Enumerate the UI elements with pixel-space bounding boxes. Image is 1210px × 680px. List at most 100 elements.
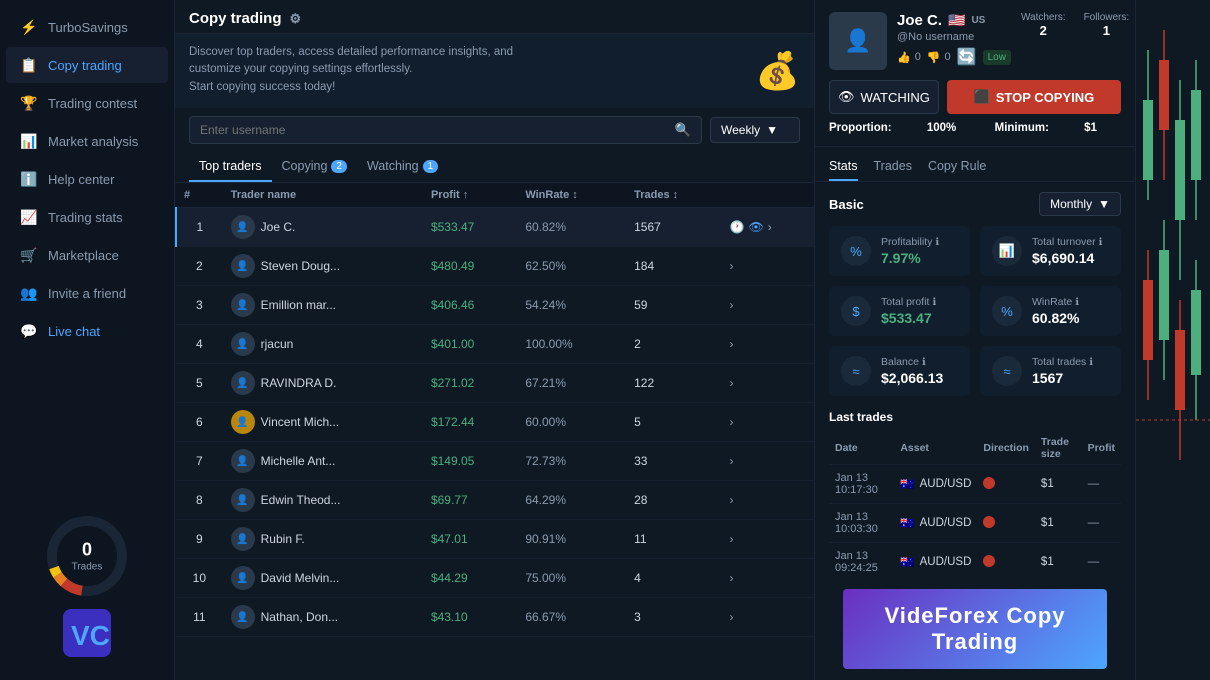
watching-button[interactable]: 👁 WATCHING xyxy=(829,80,939,114)
table-row[interactable]: 12 👤 Hafeez Adew... $40.66 64.44% 45 › xyxy=(176,637,814,644)
trader-avatar-sm: 👤 xyxy=(231,605,255,629)
eye-icon[interactable]: 👁 xyxy=(748,220,763,234)
rank-cell: 10 xyxy=(176,559,223,598)
clock-icon[interactable]: 🕐 xyxy=(730,220,745,234)
rank-cell: 5 xyxy=(176,364,223,403)
trader-avatar-sm: 👤 xyxy=(231,293,255,317)
svg-text:VC: VC xyxy=(71,620,110,651)
thumbs-down-button[interactable]: 👎 0 xyxy=(927,51,951,64)
sidebar-item-market-analysis[interactable]: 📊 Market analysis xyxy=(6,123,168,159)
table-row[interactable]: 2 👤 Steven Doug... $480.49 62.50% 184 › xyxy=(176,247,814,286)
tab-top-traders[interactable]: Top traders xyxy=(189,152,272,182)
col-size: Trade size xyxy=(1035,432,1082,465)
stop-copying-button[interactable]: ⬛ STOP COPYING xyxy=(947,80,1121,114)
followers-stat: Followers: 1 xyxy=(1084,12,1130,51)
chevron-right-icon: › xyxy=(730,376,734,390)
table-row[interactable]: 8 👤 Edwin Theod... $69.77 64.29% 28 › xyxy=(176,481,814,520)
table-row[interactable]: 7 👤 Michelle Ant... $149.05 72.73% 33 › xyxy=(176,442,814,481)
main-area: Copy trading ⚙ 💰 Discover top traders, a… xyxy=(175,0,1210,680)
search-input[interactable] xyxy=(200,123,675,137)
actions-cell: › xyxy=(722,637,815,644)
trader-name-cell: 👤 Michelle Ant... xyxy=(223,442,423,481)
winrate-cell: 72.73% xyxy=(517,442,626,481)
actions-cell: › xyxy=(722,403,815,442)
table-row[interactable]: 9 👤 Rubin F. $47.01 90.91% 11 › xyxy=(176,520,814,559)
winrate-cell: 66.67% xyxy=(517,598,626,637)
rank-cell: 3 xyxy=(176,286,223,325)
profile-actions: 👍 0 👎 0 🔄 Low xyxy=(897,47,1011,67)
sidebar-item-copy-trading[interactable]: 📋 Copy trading xyxy=(6,47,168,83)
turnover-value: $6,690.14 xyxy=(1032,250,1109,266)
profile-top: 👤 Joe C. 🇺🇸 US @No username 👍 0 xyxy=(829,12,1121,70)
chevron-right-icon: › xyxy=(730,532,734,546)
trader-avatar-sm: 👤 xyxy=(231,371,255,395)
sidebar-item-trading-stats[interactable]: 📈 Trading stats xyxy=(6,199,168,235)
rank-cell: 2 xyxy=(176,247,223,286)
trade-profit: — xyxy=(1082,543,1121,582)
last-trades-table: Date Asset Direction Trade size Profit J… xyxy=(829,432,1121,581)
winrate-cell: 64.29% xyxy=(517,481,626,520)
settings-icon[interactable]: ⚙ xyxy=(290,11,302,27)
trade-profit: — xyxy=(1082,465,1121,504)
stats-tab-trades[interactable]: Trades xyxy=(874,155,912,181)
right-panel: 👤 Joe C. 🇺🇸 US @No username 👍 0 xyxy=(815,0,1135,680)
winrate-cell: 62.50% xyxy=(517,247,626,286)
trades-cell: 184 xyxy=(626,247,721,286)
table-row[interactable]: 3 👤 Emillion mar... $406.46 54.24% 59 › xyxy=(176,286,814,325)
table-row[interactable]: 6 👤 Vincent Mich... $172.44 60.00% 5 › xyxy=(176,403,814,442)
table-row[interactable]: 1 👤 Joe C. $533.47 60.82% 1567 🕐👁 › xyxy=(176,208,814,247)
candlestick-chart xyxy=(1136,0,1210,680)
stats-tab-stats[interactable]: Stats xyxy=(829,155,858,181)
stat-card-winrate: % WinRate ℹ 60.82% xyxy=(980,286,1121,336)
sidebar-item-trading-contest[interactable]: 🏆 Trading contest xyxy=(6,85,168,121)
monthly-select[interactable]: Monthly ▼ xyxy=(1039,192,1121,216)
stat-card-total-trades: ≈ Total trades ℹ 1567 xyxy=(980,346,1121,396)
basic-label: Basic xyxy=(829,197,864,212)
table-row[interactable]: 5 👤 RAVINDRA D. $271.02 67.21% 122 › xyxy=(176,364,814,403)
trades-cell: 122 xyxy=(626,364,721,403)
trade-date: Jan 13 10:17:30 xyxy=(829,465,894,504)
trade-row: Jan 13 09:24:25 🇦🇺 AUD/USD $1 — xyxy=(829,543,1121,582)
col-actions xyxy=(722,183,815,208)
trade-size: $1 xyxy=(1035,504,1082,543)
winrate-cell: 75.00% xyxy=(517,559,626,598)
tab-watching[interactable]: Watching 1 xyxy=(357,152,448,182)
trade-date: Jan 13 10:03:30 xyxy=(829,504,894,543)
thumbs-up-button[interactable]: 👍 0 xyxy=(897,51,921,64)
profitability-value: 7.97% xyxy=(881,250,958,266)
chevron-right-icon: › xyxy=(730,493,734,507)
sidebar-bottom: 0 Trades VC xyxy=(0,501,174,672)
live-chat-icon: 💬 xyxy=(20,322,38,340)
watchers-stat: Watchers: 2 xyxy=(1021,12,1066,51)
sidebar-item-marketplace[interactable]: 🛒 Marketplace xyxy=(6,237,168,273)
table-row[interactable]: 10 👤 David Melvin... $44.29 75.00% 4 › xyxy=(176,559,814,598)
search-box[interactable]: 🔍 xyxy=(189,116,702,144)
rank-cell: 6 xyxy=(176,403,223,442)
trades-cell: 4 xyxy=(626,559,721,598)
trade-direction xyxy=(977,465,1035,504)
chevron-right-icon: › xyxy=(730,571,734,585)
stats-content: Basic Monthly ▼ % Profitability ℹ 7.97% xyxy=(815,182,1135,680)
sidebar-item-help-center[interactable]: ℹ️ Help center xyxy=(6,161,168,197)
proportion-row: Proportion: 100% Minimum: $1 Maximum: $5… xyxy=(829,122,1121,134)
chevron-right-icon: › xyxy=(730,454,734,468)
rank-cell: 9 xyxy=(176,520,223,559)
chevron-right-icon: › xyxy=(730,298,734,312)
trade-size: $1 xyxy=(1035,543,1082,582)
table-row[interactable]: 11 👤 Nathan, Don... $43.10 66.67% 3 › xyxy=(176,598,814,637)
sidebar-item-live-chat[interactable]: 💬 Live chat xyxy=(6,313,168,349)
sidebar-item-invite-friend[interactable]: 👥 Invite a friend xyxy=(6,275,168,311)
sidebar-item-turbo-savings[interactable]: ⚡ TurboSavings xyxy=(6,9,168,45)
chevron-right-icon: › xyxy=(730,337,734,351)
trader-name-cell: 👤 Edwin Theod... xyxy=(223,481,423,520)
period-select[interactable]: Weekly ▼ xyxy=(710,117,800,143)
tab-copying[interactable]: Copying 2 xyxy=(272,152,357,182)
winrate-cell: 54.24% xyxy=(517,286,626,325)
table-row[interactable]: 4 👤 rjacun $401.00 100.00% 2 › xyxy=(176,325,814,364)
marketplace-icon: 🛒 xyxy=(20,246,38,264)
chevron-right-icon: › xyxy=(730,610,734,624)
copy-trading-panel: Copy trading ⚙ 💰 Discover top traders, a… xyxy=(175,0,815,680)
stats-tab-copy-rule[interactable]: Copy Rule xyxy=(928,155,986,181)
actions-cell: › xyxy=(722,286,815,325)
trader-name-cell: 👤 Nathan, Don... xyxy=(223,598,423,637)
